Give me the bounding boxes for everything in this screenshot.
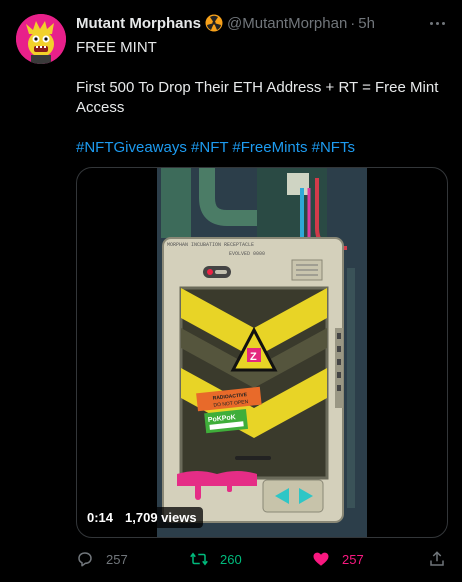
retweet-icon xyxy=(190,552,208,566)
svg-text:Z: Z xyxy=(250,351,257,363)
author-handle[interactable]: @MutantMorphan xyxy=(227,15,347,32)
separator: · xyxy=(350,14,356,32)
device-subheader-text: EVOLVED 0000 xyxy=(229,251,265,257)
tweet-header: Mutant Morphans @MutantMorphan · 5h xyxy=(76,12,375,34)
video-timestamp: 0:14 xyxy=(87,510,114,525)
retweet-count: 260 xyxy=(220,551,242,567)
tweet-body-line: First 500 To Drop Their ETH Address + RT… xyxy=(76,79,439,116)
video-frame-illustration: MORPHAN INCUBATION RECEPTACLE EVOLVED 00… xyxy=(157,168,367,537)
retweet-button[interactable]: 260 xyxy=(190,550,242,568)
tweet-hashtags[interactable]: #NFTGiveaways #NFT #FreeMints #NFTs xyxy=(76,138,448,158)
reply-icon xyxy=(78,552,92,567)
reply-count: 257 xyxy=(106,551,128,567)
tweet-text: FREE MINT First 500 To Drop Their ETH Ad… xyxy=(76,38,448,158)
radioactive-badge-icon xyxy=(205,14,223,32)
avatar[interactable] xyxy=(16,14,66,64)
author-name[interactable]: Mutant Morphans xyxy=(76,15,201,32)
monster-avatar-icon xyxy=(16,14,66,64)
tweet-time[interactable]: 5h xyxy=(358,15,375,32)
reply-button[interactable]: 257 xyxy=(76,550,128,568)
more-options-icon[interactable] xyxy=(428,16,446,30)
video-player[interactable]: MORPHAN INCUBATION RECEPTACLE EVOLVED 00… xyxy=(76,167,448,538)
share-icon xyxy=(430,551,444,566)
heart-icon xyxy=(313,552,329,566)
like-button[interactable]: 257 xyxy=(312,550,364,568)
share-button[interactable] xyxy=(428,550,446,568)
like-count: 257 xyxy=(342,551,364,567)
device-header-text: MORPHAN INCUBATION RECEPTACLE xyxy=(167,242,254,248)
view-count: 1,709 views xyxy=(125,510,197,525)
video-stats: 0:14 1,709 views xyxy=(81,507,203,528)
tweet-title-line: FREE MINT xyxy=(76,39,157,56)
action-bar: 257 260 257 xyxy=(76,550,448,572)
